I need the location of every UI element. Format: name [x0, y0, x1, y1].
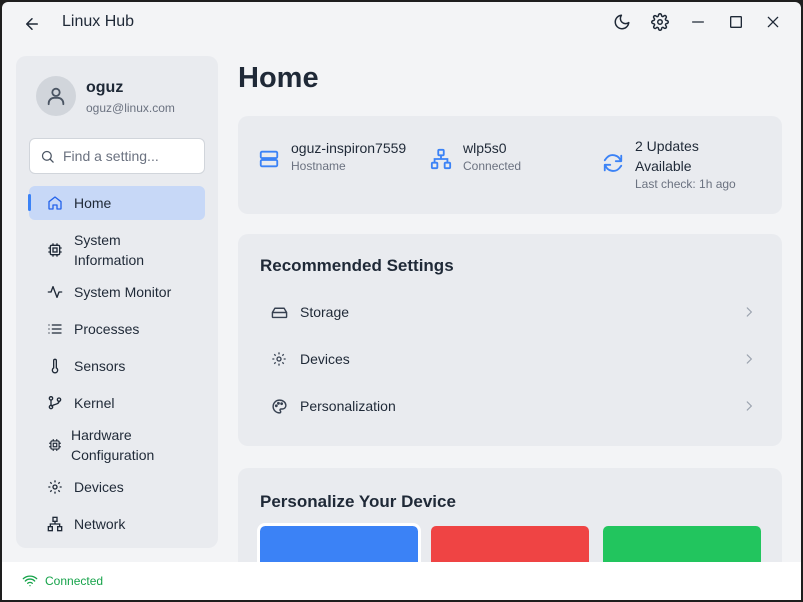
- back-arrow-icon[interactable]: [20, 12, 44, 36]
- gear-icon[interactable]: [649, 11, 671, 33]
- network-icon: [47, 516, 63, 532]
- chevron-right-icon: [742, 305, 756, 319]
- updates-info[interactable]: 2 Updates Available Last check: 1h ago: [602, 136, 755, 192]
- updates-value: 2 Updates Available: [635, 138, 699, 174]
- cpu-icon: [47, 437, 63, 453]
- sidebar-item-text: Hardware Configuration: [71, 427, 155, 463]
- network-value: wlp5s0: [463, 140, 507, 156]
- color-swatch-blue[interactable]: [257, 523, 421, 564]
- gear-icon: [270, 350, 288, 368]
- system-info-card: oguz-inspiron7559 Hostname wlp5s0 Connec…: [238, 116, 782, 214]
- personalize-card: Personalize Your Device: [238, 468, 782, 564]
- maximize-icon[interactable]: [725, 11, 747, 33]
- recommended-title: Recommended Settings: [260, 256, 454, 275]
- recommended-item-storage[interactable]: Storage: [260, 294, 764, 330]
- hostname-label: Hostname: [291, 159, 346, 173]
- sidebar-item-kernel[interactable]: Kernel: [29, 386, 205, 420]
- hostname-value: oguz-inspiron7559: [291, 140, 407, 156]
- gear-icon: [47, 479, 63, 495]
- home-icon: [47, 195, 63, 211]
- server-icon: [258, 148, 280, 170]
- connection-status: Connected: [45, 574, 104, 588]
- network-info: wlp5s0 Connected: [430, 138, 521, 174]
- network-icon: [430, 148, 452, 170]
- git-branch-icon: [47, 395, 63, 411]
- sidebar-item-label: Hardware Configuration: [71, 425, 154, 465]
- search-icon: [40, 149, 55, 164]
- sidebar-item-label: Network: [74, 516, 126, 532]
- sidebar-item-label: Sensors: [74, 358, 126, 374]
- title-bar: Linux Hub: [2, 2, 801, 44]
- sidebar-item-hardware-configuration[interactable]: Hardware Configuration: [29, 423, 205, 467]
- sidebar-item-text: System Information: [74, 232, 145, 268]
- sidebar-item-label: Kernel: [74, 395, 115, 411]
- recommended-item-label: Devices: [300, 351, 350, 367]
- app-window: Linux Hub oguz oguz@linux.com Find a set…: [2, 2, 801, 600]
- sidebar-item-label: System Information: [74, 230, 144, 270]
- search-input[interactable]: [63, 148, 193, 164]
- search-box: [29, 138, 205, 174]
- sidebar-item-label: System Monitor: [74, 284, 172, 300]
- close-icon[interactable]: [762, 11, 784, 33]
- color-swatch-green[interactable]: [603, 526, 761, 564]
- refresh-icon: [602, 152, 624, 174]
- recommended-item-label: Personalization: [300, 398, 396, 414]
- palette-icon: [270, 397, 288, 415]
- sidebar-item-network[interactable]: Network: [29, 507, 205, 541]
- status-bar: Connected: [2, 562, 801, 600]
- chevron-right-icon: [742, 352, 756, 366]
- recommended-item-label: Storage: [300, 304, 350, 320]
- sidebar-item-system-monitor[interactable]: System Monitor: [29, 275, 205, 309]
- sidebar-item-label: Home: [74, 195, 112, 211]
- sidebar-item-processes[interactable]: Processes: [29, 312, 205, 346]
- main-content: Home oguz-inspiron7559 Hostname wlp5s0 C…: [238, 56, 783, 564]
- wifi-icon: [22, 573, 38, 589]
- thermometer-icon: [47, 358, 63, 374]
- sidebar-item-home[interactable]: Home: [28, 186, 205, 220]
- avatar[interactable]: [36, 76, 76, 116]
- moon-icon[interactable]: [611, 11, 633, 33]
- sidebar-nav: Home System Information System Monitor P…: [28, 186, 205, 541]
- page-title: Home: [238, 62, 319, 94]
- hostname-info: oguz-inspiron7559 Hostname: [258, 138, 406, 174]
- recommended-item-devices[interactable]: Devices: [260, 341, 764, 377]
- sidebar-item-system-information[interactable]: System Information: [29, 228, 205, 272]
- sidebar-item-sensors[interactable]: Sensors: [29, 349, 205, 383]
- recommended-settings-card: Recommended Settings Storage Devices Per…: [238, 234, 782, 446]
- activity-icon: [47, 284, 63, 300]
- user-name: oguz: [86, 79, 124, 96]
- recommended-item-personalization[interactable]: Personalization: [260, 388, 764, 424]
- chevron-right-icon: [742, 399, 756, 413]
- sidebar-item-label: Devices: [74, 479, 124, 495]
- chip-icon: [47, 242, 63, 258]
- personalize-title: Personalize Your Device: [260, 492, 456, 511]
- hard-drive-icon: [270, 303, 288, 321]
- sidebar-item-label: Processes: [74, 321, 140, 337]
- sidebar-item-devices[interactable]: Devices: [29, 470, 205, 504]
- minimize-icon[interactable]: [687, 11, 709, 33]
- app-title: Linux Hub: [62, 13, 135, 30]
- network-label: Connected: [463, 159, 522, 173]
- updates-label: Last check: 1h ago: [635, 177, 736, 191]
- list-icon: [47, 321, 63, 337]
- user-email: oguz@linux.com: [86, 101, 175, 115]
- sidebar: oguz oguz@linux.com Home System Informat…: [16, 56, 218, 548]
- color-swatch-red[interactable]: [431, 526, 589, 564]
